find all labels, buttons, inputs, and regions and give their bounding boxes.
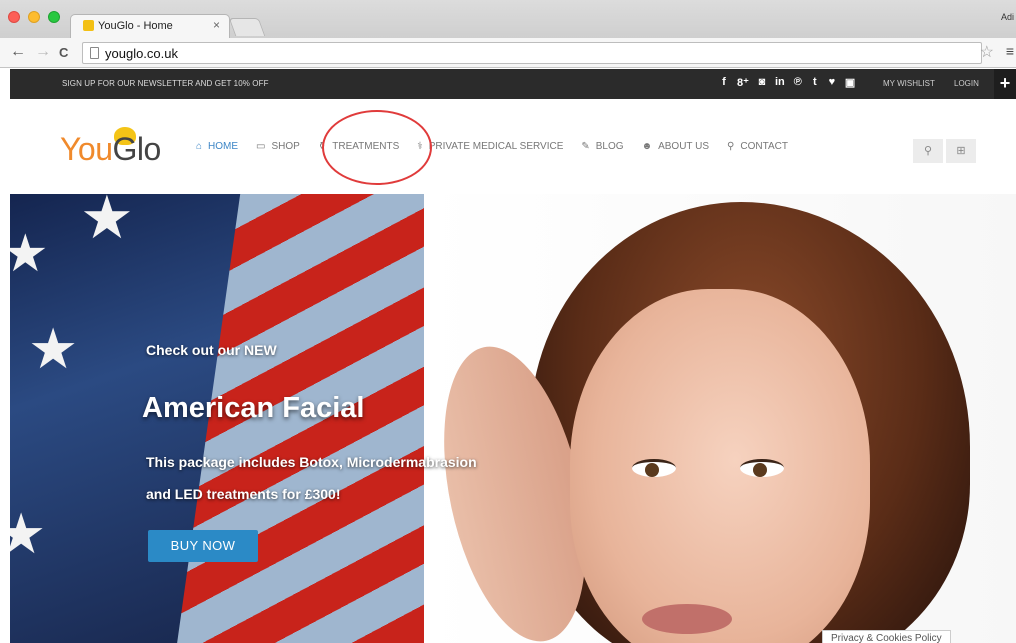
privacy-cookies-link[interactable]: Privacy & Cookies Policy [822,630,951,643]
nav-label: ABOUT US [658,141,710,152]
logo-text-you: You [60,131,113,167]
page-icon [90,47,99,59]
search-button[interactable]: ⚲ [913,139,943,163]
close-window-button[interactable] [8,11,20,23]
hero-description-line: This package includes Botox, Microdermab… [146,454,477,470]
pinterest-icon[interactable]: ℗ [794,76,802,89]
site-logo[interactable]: YouGlo [60,131,161,168]
model-eye [740,459,784,477]
hero-description-line: and LED treatments for £300! [146,486,341,502]
instagram-icon[interactable]: ◙ [758,76,766,89]
nav-item-about-us[interactable]: ☻ ABOUT US [642,141,709,152]
google-plus-icon[interactable]: 8⁺ [737,76,749,89]
cart-button[interactable]: ⊞ [946,139,976,163]
url-text[interactable]: youglo.co.uk [105,46,178,61]
flag-star-icon: ★ [80,194,134,251]
favicon-icon [83,20,94,31]
new-tab-button[interactable] [228,18,266,36]
profile-label[interactable]: Adi [1001,12,1014,22]
hero-description: This package includes Botox, Microdermab… [146,446,477,510]
home-icon: ⌂ [196,141,203,152]
main-navigation: ⌂ HOME ▭ SHOP ⚱ TREATMENTS ⚕ PRIVATE MEDICAL SE… [196,141,806,152]
zoom-window-button[interactable] [48,11,60,23]
cart-icon: ⊞ [956,145,966,157]
close-tab-icon[interactable]: × [213,18,220,32]
forward-arrow-icon[interactable]: → [35,43,51,61]
twitter-icon[interactable]: ♥ [828,76,836,89]
address-bar[interactable]: youglo.co.uk [82,42,982,64]
tumblr-icon[interactable]: t [811,76,819,89]
nav-item-shop[interactable]: ▭ SHOP [256,141,300,152]
logo-text-glo: Glo [112,131,162,167]
facebook-icon[interactable]: f [720,76,728,89]
nav-label: BLOG [595,141,624,152]
newsletter-promo-link[interactable]: SIGN UP FOR OUR NEWSLETTER AND GET 10% O… [62,79,269,88]
hero-title: American Facial [142,392,365,424]
nav-item-contact[interactable]: ⚲ CONTACT [727,141,788,152]
reload-icon[interactable]: C [59,44,68,62]
model-face [570,289,870,643]
nav-item-home[interactable]: ⌂ HOME [196,141,238,152]
browser-toolbar: ← → C youglo.co.uk [0,38,1016,68]
browser-tabstrip: YouGlo - Home × Adi [0,0,1016,38]
tab-title: YouGlo - Home [98,20,173,32]
buy-now-button[interactable]: BUY NOW [148,530,258,562]
flag-star-icon: ★ [10,225,49,283]
top-bar: SIGN UP FOR OUR NEWSLETTER AND GET 10% O… [10,69,1016,99]
model-eye [632,459,676,477]
flag-star-icon: ★ [10,502,47,565]
hero-banner: ★ ★ ★ ★ Check out our NEW American Facia… [10,194,1016,643]
contact-icon: ⚲ [727,141,735,152]
plus-icon[interactable]: + [994,69,1016,99]
back-arrow-icon[interactable]: ← [10,43,26,61]
browser-menu-icon[interactable]: ≡ [1006,43,1014,59]
browser-tab[interactable]: YouGlo - Home × [70,14,230,38]
about-us-icon: ☻ [641,141,653,152]
flag-star-icon: ★ [28,317,79,380]
blog-icon: ✎ [581,141,590,152]
nav-item-blog[interactable]: ✎ BLOG [581,141,623,152]
nav-label: SHOP [271,141,300,152]
nav-label: PRIVATE MEDICAL SERVICE [428,141,564,152]
search-icon: ⚲ [923,145,933,157]
nav-item-private-medical-service[interactable]: ⚕ PRIVATE MEDICAL SERVICE [417,141,563,152]
youtube-icon[interactable]: ▣ [845,76,855,89]
minimize-window-button[interactable] [28,11,40,23]
social-links: f 8⁺ ◙ in ℗ t ♥ ▣ [720,76,855,89]
hero-kicker: Check out our NEW [146,342,277,358]
bookmark-star-icon[interactable]: ☆ [980,42,994,62]
wishlist-link[interactable]: MY WISHLIST [883,79,935,88]
shop-icon: ▭ [256,141,266,152]
linkedin-icon[interactable]: in [775,76,785,89]
login-link[interactable]: LOGIN [954,79,979,88]
site-header: YouGlo ⌂ HOME ▭ SHOP ⚱ TREATMENTS ⚕ PRIVATE MED… [10,99,1016,194]
nav-label: CONTACT [740,141,788,152]
nav-label: HOME [208,141,239,152]
treatments-highlight-annotation [322,110,432,185]
model-lips [642,604,732,634]
